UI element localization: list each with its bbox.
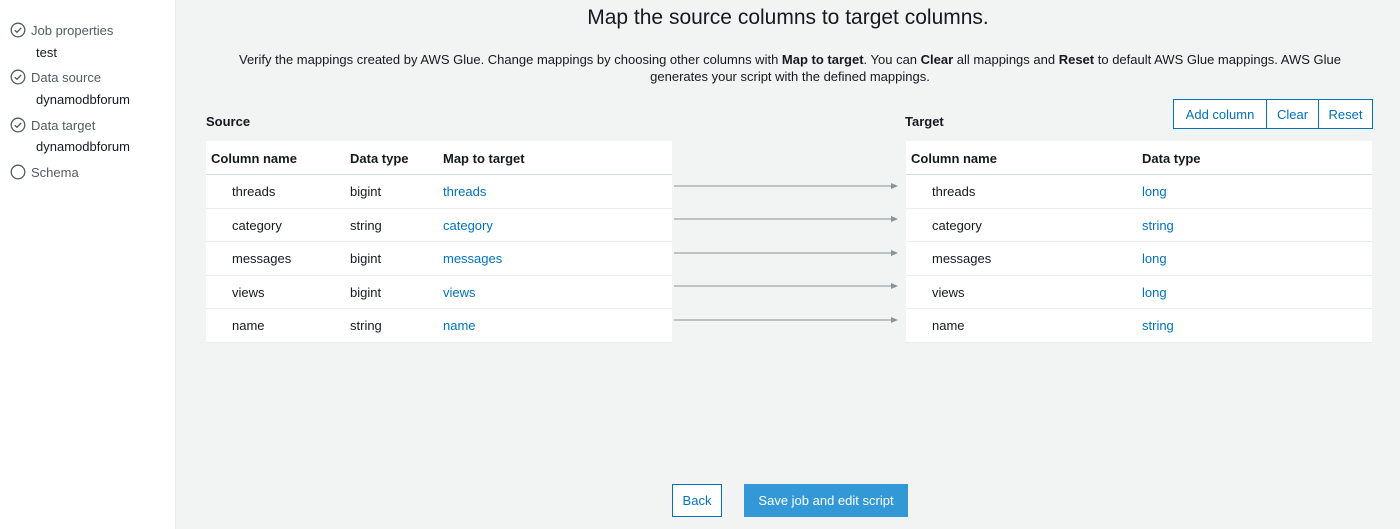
source-data-type: string <box>350 217 382 233</box>
source-data-type: bigint <box>350 284 382 300</box>
step-subtitle: dynamodbforum <box>36 139 130 154</box>
page-description: Verify the mappings created by AWS Glue.… <box>238 52 1342 84</box>
table-row: threads bigint threads <box>206 175 672 209</box>
arrow-right-icon <box>674 250 898 256</box>
target-label: Target <box>905 114 944 129</box>
step-title: Data source <box>31 69 102 85</box>
source-data-type: string <box>350 318 382 333</box>
target-data-type-link[interactable]: string <box>1142 318 1174 333</box>
map-to-target-link[interactable]: name <box>443 318 476 333</box>
target-column-name: messages <box>932 251 992 266</box>
table-row: threads long <box>906 175 1372 209</box>
target-data-type-link[interactable]: long <box>1142 285 1167 300</box>
table-row: name string name <box>206 309 672 343</box>
reset-button[interactable]: Reset <box>1318 99 1373 129</box>
mapping-actions: Add column Clear Reset <box>1173 99 1373 129</box>
target-table: Column name Data type threads long categ… <box>906 141 1372 343</box>
step-schema[interactable]: Schema <box>10 162 79 182</box>
table-row: messages bigint messages <box>206 242 672 276</box>
check-circle-icon <box>10 117 26 133</box>
step-title: Job properties <box>31 22 114 38</box>
back-button[interactable]: Back <box>672 484 722 517</box>
source-column-name: category <box>232 217 282 233</box>
target-data-type-link[interactable]: string <box>1142 218 1174 233</box>
page-title: Map the source columns to target columns… <box>587 6 989 29</box>
add-column-button[interactable]: Add column <box>1173 99 1267 129</box>
table-row: messages long <box>906 242 1372 276</box>
column-header: Column name <box>211 151 297 166</box>
target-column-name: views <box>932 284 965 300</box>
wizard-sidebar: Job properties test Data source dynamodb… <box>0 0 176 529</box>
arrow-right-icon <box>674 283 898 289</box>
main-content: Map the source columns to target columns… <box>176 0 1400 529</box>
save-job-button[interactable]: Save job and edit script <box>744 484 908 517</box>
table-row: views bigint views <box>206 276 672 309</box>
empty-circle-icon <box>10 164 26 180</box>
table-header: Column name Data type Map to target <box>206 141 672 175</box>
arrow-right-icon <box>674 216 898 222</box>
column-header: Column name <box>911 151 997 166</box>
arrow-right-icon <box>674 317 898 323</box>
step-subtitle: test <box>36 45 57 60</box>
table-row: name string <box>906 309 1372 343</box>
target-column-name: threads <box>932 184 976 199</box>
step-data-target[interactable]: Data target <box>10 115 95 135</box>
mapping-arrows <box>674 183 898 323</box>
column-header: Data type <box>350 151 409 166</box>
map-to-target-link[interactable]: threads <box>443 184 486 199</box>
map-to-target-link[interactable]: views <box>443 285 476 300</box>
column-header: Map to target <box>443 151 525 166</box>
clear-button[interactable]: Clear <box>1266 99 1319 129</box>
source-column-name: views <box>232 284 265 300</box>
step-title: Schema <box>31 164 79 180</box>
table-row: category string <box>906 209 1372 242</box>
source-data-type: bigint <box>350 251 382 266</box>
table-header: Column name Data type <box>906 141 1372 175</box>
source-data-type: bigint <box>350 184 382 199</box>
target-data-type-link[interactable]: long <box>1142 251 1167 266</box>
step-title: Data target <box>31 117 96 133</box>
step-subtitle: dynamodbforum <box>36 92 130 107</box>
source-column-name: name <box>232 318 265 333</box>
target-column-name: name <box>932 318 965 333</box>
step-data-source[interactable]: Data source <box>10 67 101 87</box>
table-row: views long <box>906 276 1372 309</box>
map-to-target-link[interactable]: messages <box>443 251 502 266</box>
source-column-name: threads <box>232 184 276 199</box>
target-column-name: category <box>932 217 982 233</box>
table-row: category string category <box>206 209 672 242</box>
target-data-type-link[interactable]: long <box>1142 184 1167 199</box>
check-circle-icon <box>10 22 26 38</box>
source-label: Source <box>206 114 251 129</box>
source-column-name: messages <box>232 251 292 266</box>
arrow-right-icon <box>674 183 898 189</box>
map-to-target-link[interactable]: category <box>443 218 493 233</box>
column-header: Data type <box>1142 151 1201 166</box>
step-job-properties[interactable]: Job properties <box>10 20 113 40</box>
source-table: Column name Data type Map to target thre… <box>206 141 672 343</box>
check-circle-icon <box>10 69 26 85</box>
